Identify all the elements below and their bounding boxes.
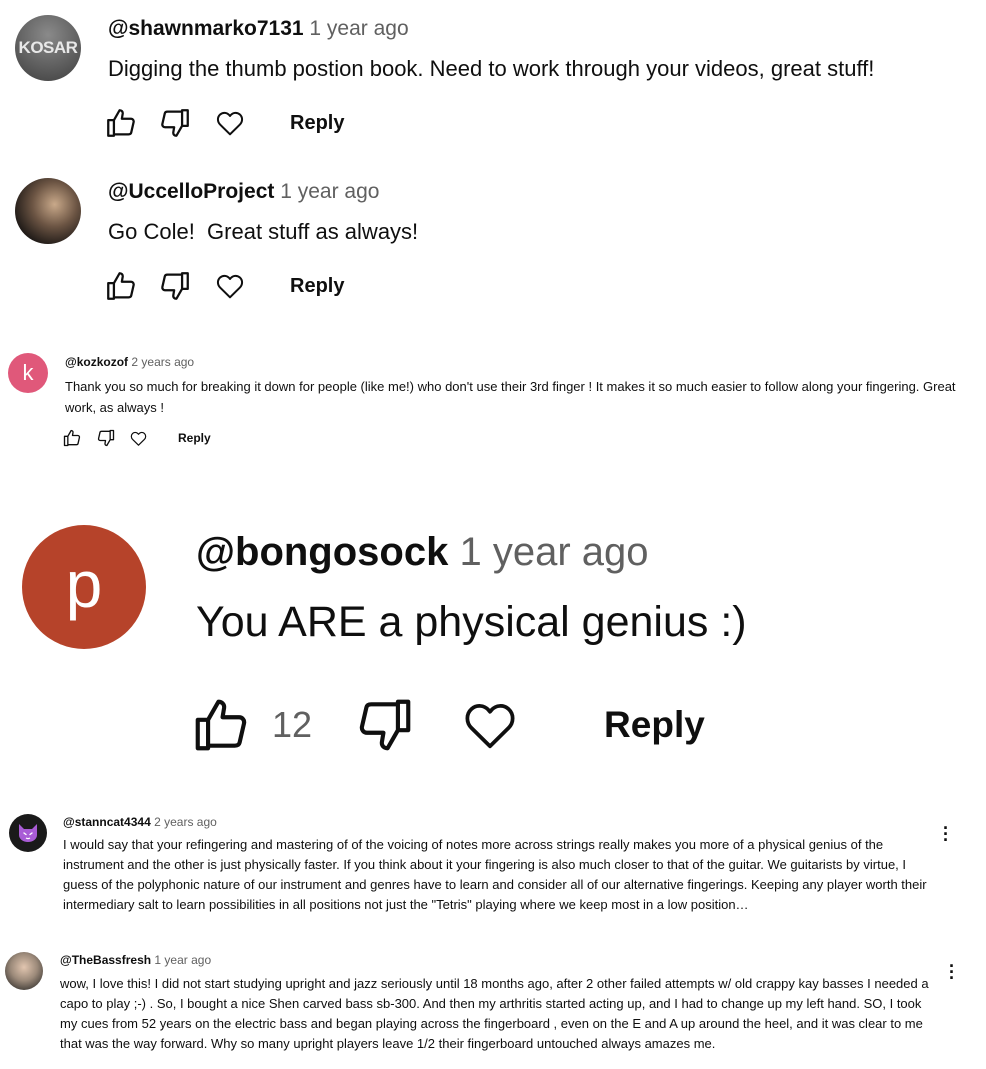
- like-icon[interactable]: [104, 106, 138, 140]
- comment-author[interactable]: @shawnmarko7131: [108, 17, 304, 40]
- like-count: 12: [272, 704, 313, 745]
- comment-timestamp[interactable]: 1 year ago: [154, 953, 211, 967]
- comment-text: You ARE a physical genius :): [196, 598, 747, 646]
- comment-timestamp[interactable]: 1 year ago: [459, 530, 648, 574]
- comment-header: @stanncat4344 2 years ago: [63, 815, 217, 829]
- dislike-icon[interactable]: [158, 106, 192, 140]
- heart-icon[interactable]: [214, 270, 246, 302]
- reply-button[interactable]: Reply: [290, 275, 344, 298]
- avatar[interactable]: p: [22, 525, 146, 649]
- reply-button[interactable]: Reply: [178, 431, 211, 445]
- comment-actions: Reply: [104, 105, 344, 141]
- avatar[interactable]: [5, 952, 43, 990]
- avatar[interactable]: k: [8, 353, 48, 393]
- heart-icon[interactable]: [129, 429, 148, 448]
- comment-timestamp[interactable]: 2 years ago: [131, 355, 194, 369]
- like-icon[interactable]: [190, 694, 252, 756]
- avatar[interactable]: KOSAR: [15, 15, 81, 81]
- comment-timestamp[interactable]: 1 year ago: [309, 17, 408, 40]
- comment-author[interactable]: @TheBassfresh: [60, 953, 151, 967]
- comment-author[interactable]: @stanncat4344: [63, 815, 151, 829]
- more-options-icon[interactable]: · · ·: [949, 957, 955, 987]
- cat-emoji-icon: [19, 824, 37, 842]
- comment-header: @TheBassfresh 1 year ago: [60, 953, 211, 967]
- reply-button[interactable]: Reply: [604, 704, 705, 746]
- comment-actions: Reply: [104, 268, 344, 304]
- comment-text: wow, I love this! I did not start studyi…: [60, 976, 929, 1051]
- comment-author[interactable]: @bongosock: [196, 530, 448, 574]
- avatar-letter: p: [65, 547, 103, 621]
- comment-actions: Reply: [62, 428, 211, 448]
- dislike-icon[interactable]: [96, 428, 116, 448]
- dislike-icon[interactable]: [158, 269, 192, 303]
- comment-header: @shawnmarko7131 1 year ago: [108, 17, 409, 41]
- comment-text: Digging the thumb postion book. Need to …: [108, 56, 875, 81]
- comment-author[interactable]: @UccelloProject: [108, 180, 274, 203]
- dislike-icon[interactable]: [354, 694, 416, 756]
- comment-text: Thank you so much for breaking it down f…: [65, 379, 956, 415]
- avatar[interactable]: [9, 814, 47, 852]
- avatar[interactable]: [15, 178, 81, 244]
- comment-text: I would say that your refingering and ma…: [63, 837, 927, 912]
- reply-button[interactable]: Reply: [290, 112, 344, 135]
- comment-timestamp[interactable]: 1 year ago: [280, 180, 379, 203]
- comment-header: @kozkozof 2 years ago: [65, 355, 194, 369]
- heart-icon[interactable]: [460, 695, 520, 755]
- comment-header: @bongosock 1 year ago: [196, 530, 649, 575]
- comment-header: @UccelloProject 1 year ago: [108, 180, 379, 204]
- comment-timestamp[interactable]: 2 years ago: [154, 815, 217, 829]
- comment-text: Go Cole! Great stuff as always!: [108, 219, 419, 244]
- like-icon[interactable]: [62, 428, 82, 448]
- comment-author[interactable]: @kozkozof: [65, 355, 128, 369]
- like-icon[interactable]: [104, 269, 138, 303]
- avatar-letter: k: [22, 360, 34, 385]
- avatar-logo-text: KOSAR: [18, 38, 78, 57]
- heart-icon[interactable]: [214, 107, 246, 139]
- more-options-icon[interactable]: · · ·: [943, 819, 949, 849]
- comment-actions: 12 Reply: [190, 692, 705, 758]
